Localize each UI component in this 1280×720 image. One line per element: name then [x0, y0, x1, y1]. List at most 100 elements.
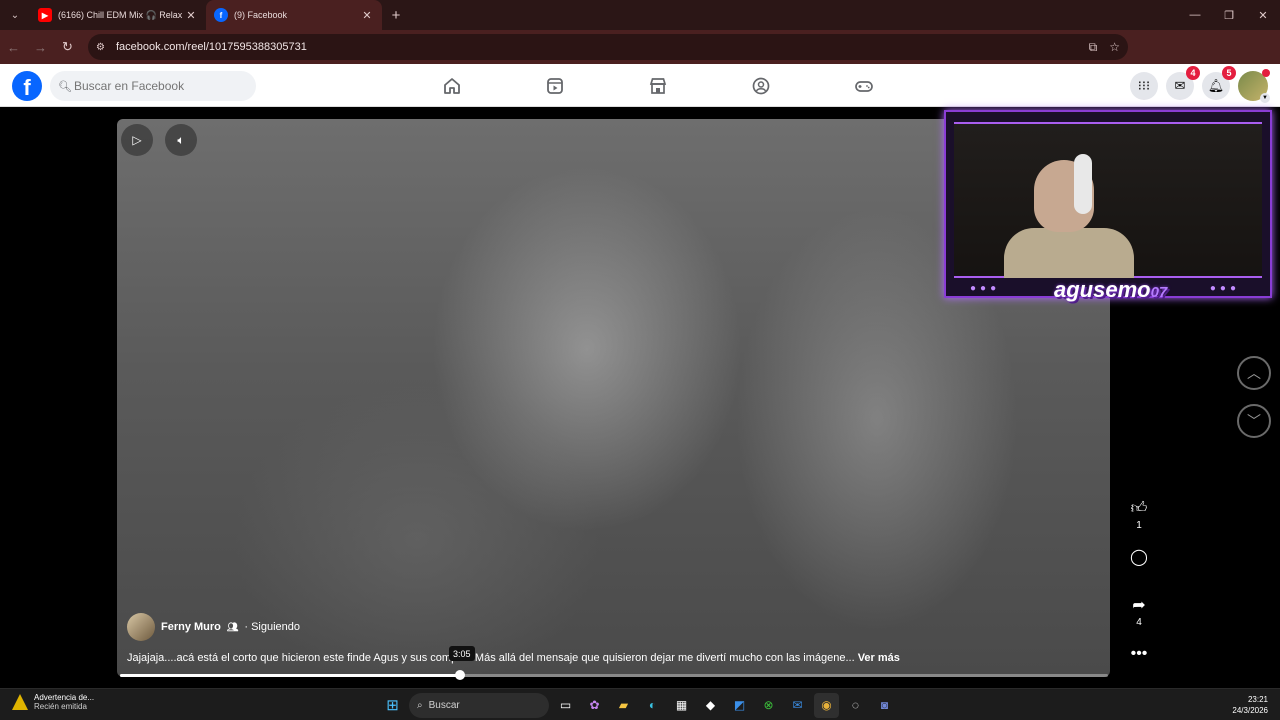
- address-toolbar: ← → ↻ ⚙ facebook.com/reel/10175953883057…: [0, 30, 1280, 85]
- close-tab-icon[interactable]: ✕: [184, 9, 198, 22]
- follow-status[interactable]: · Siguiendo: [244, 621, 300, 633]
- more-icon: •••: [1130, 645, 1148, 662]
- bookmark-star-icon[interactable]: ☆: [1109, 40, 1120, 54]
- app-icon[interactable]: ◌: [843, 693, 868, 718]
- nav-groups[interactable]: [709, 64, 812, 107]
- notification-subtitle: Recién emitida: [34, 702, 87, 711]
- share-count: 4: [1136, 617, 1142, 628]
- xbox-icon[interactable]: ⊗: [756, 693, 781, 718]
- see-more-link[interactable]: Ver más: [858, 652, 900, 664]
- notifications-button[interactable]: 🔔︎ 5: [1202, 66, 1236, 100]
- reel-caption: Jajajaja....acá está el corto que hicier…: [127, 652, 900, 664]
- account-avatar[interactable]: ▼: [1238, 69, 1270, 103]
- mail-icon[interactable]: ✉: [785, 693, 810, 718]
- url-text: facebook.com/reel/1017595388305731: [116, 41, 307, 53]
- site-info-icon[interactable]: ⚙: [96, 42, 116, 53]
- tab-facebook[interactable]: f (9) Facebook ✕: [206, 0, 382, 30]
- close-window-icon[interactable]: ✕: [1246, 0, 1280, 30]
- friends-icon: 👥︎: [226, 621, 239, 632]
- clock-date: 24/3/2026: [1232, 706, 1268, 715]
- restore-icon[interactable]: ❐: [1212, 0, 1246, 30]
- back-icon[interactable]: ←: [0, 30, 27, 64]
- camera-frame: [954, 122, 1262, 278]
- store-icon[interactable]: ▦: [669, 693, 694, 718]
- facebook-icon: f: [214, 8, 228, 22]
- comment-icon: ◯: [1130, 549, 1148, 566]
- new-tab-button[interactable]: +: [382, 7, 410, 24]
- hover-time-tooltip: 3:05: [449, 646, 475, 661]
- speaker-icon: 🔈︎: [177, 132, 185, 147]
- reels-icon: [546, 77, 563, 94]
- gaming-icon: [854, 80, 873, 92]
- author-avatar[interactable]: [127, 613, 155, 641]
- more-options-button[interactable]: •••: [1122, 644, 1156, 664]
- nav-reels[interactable]: [503, 64, 606, 107]
- search-icon: ⌕: [417, 699, 423, 711]
- share-icon: ➦: [1132, 597, 1146, 614]
- windows-taskbar: Advertencia de... Recién emitida ⊞ ⌕ Bus…: [0, 688, 1280, 720]
- groups-icon: [752, 77, 769, 94]
- youtube-icon: ▶: [38, 8, 52, 22]
- chevron-down-icon: ▼: [1260, 93, 1270, 103]
- volume-button[interactable]: 🔈︎: [165, 124, 197, 156]
- bell-icon: 🔔︎: [1207, 78, 1225, 93]
- messenger-icon: ✉: [1174, 78, 1186, 93]
- tab-youtube[interactable]: ▶ (6166) Chill EDM Mix 🎧 Relax & I ✕: [30, 0, 206, 30]
- search-input[interactable]: [74, 79, 244, 93]
- tab-title: (6166) Chill EDM Mix 🎧 Relax & I: [58, 9, 184, 20]
- discord-icon[interactable]: ◙: [872, 693, 897, 718]
- facebook-logo[interactable]: f: [12, 71, 42, 101]
- author-name[interactable]: Ferny Muro: [161, 621, 221, 633]
- facebook-header: f 🔍︎ ⁝⁝⁝ ✉ 4 🔔︎ 5 ▼: [0, 64, 1280, 107]
- close-tab-icon[interactable]: ✕: [360, 9, 374, 22]
- forward-icon[interactable]: →: [27, 30, 54, 64]
- caption-text: Jajajaja....acá está el corto que hicier…: [127, 652, 458, 664]
- grid-icon: ⁝⁝⁝: [1137, 78, 1151, 93]
- nav-marketplace[interactable]: [606, 64, 709, 107]
- play-button[interactable]: ▷: [121, 124, 153, 156]
- windows-start-icon[interactable]: ⊞: [380, 693, 405, 718]
- window-controls: — ❐ ✕: [1178, 0, 1280, 30]
- notification-toast[interactable]: Advertencia de... Recién emitida: [12, 693, 94, 711]
- nav-home[interactable]: [400, 64, 503, 107]
- minimize-icon[interactable]: —: [1178, 0, 1212, 30]
- main-nav: [400, 64, 915, 107]
- like-button[interactable]: 👍︎ 1: [1122, 498, 1156, 532]
- chrome-icon[interactable]: ◉: [814, 692, 839, 718]
- app-icon[interactable]: ◩: [727, 693, 752, 718]
- tab-search-icon[interactable]: ⌄: [0, 0, 30, 30]
- streamer-suffix: 07: [1150, 284, 1168, 301]
- chevron-up-icon: ︿: [1247, 365, 1261, 381]
- warning-icon: [12, 694, 28, 710]
- reload-icon[interactable]: ↻: [54, 30, 81, 64]
- chevron-down-icon: ﹀: [1247, 413, 1261, 429]
- previous-reel-button[interactable]: ︿: [1237, 356, 1271, 390]
- reel-author: Ferny Muro 👥︎ · Siguiendo: [127, 613, 300, 641]
- headphones: [1074, 154, 1092, 214]
- edge-icon[interactable]: ◐: [640, 693, 665, 718]
- home-icon: [443, 77, 460, 94]
- task-view-icon[interactable]: ▭: [553, 693, 578, 718]
- video-progress-bar[interactable]: [120, 670, 1108, 680]
- progress-fill: [120, 674, 460, 677]
- search-box[interactable]: 🔍︎: [50, 71, 256, 101]
- nav-gaming[interactable]: [812, 64, 915, 107]
- comment-button[interactable]: ◯: [1122, 547, 1156, 567]
- caption-tail: os. Más allá del mensaje que quisieron d…: [457, 652, 855, 664]
- system-clock[interactable]: 23:21 24/3/2026: [1232, 694, 1268, 716]
- share-button[interactable]: ➦ 4: [1122, 595, 1156, 628]
- next-reel-button[interactable]: ﹀: [1237, 404, 1271, 438]
- copilot-icon[interactable]: ✿: [582, 693, 607, 718]
- app-icon[interactable]: ◆: [698, 693, 723, 718]
- progress-handle[interactable]: [454, 670, 465, 680]
- install-app-icon[interactable]: ⧉: [1089, 40, 1098, 55]
- menu-grid-button[interactable]: ⁝⁝⁝: [1130, 72, 1158, 100]
- streamer-name: agusemo07: [1054, 277, 1168, 302]
- messenger-button[interactable]: ✉ 4: [1166, 66, 1200, 100]
- taskbar-search-label: Buscar: [428, 699, 460, 711]
- file-explorer-icon[interactable]: ▰: [611, 693, 636, 718]
- frame-dots: ●●●: [970, 283, 1001, 294]
- taskbar-search[interactable]: ⌕ Buscar: [409, 692, 549, 718]
- address-bar[interactable]: ⚙ facebook.com/reel/1017595388305731 ⧉ ☆: [88, 34, 1128, 60]
- streamer-camera: ●●● ●●●: [944, 110, 1272, 298]
